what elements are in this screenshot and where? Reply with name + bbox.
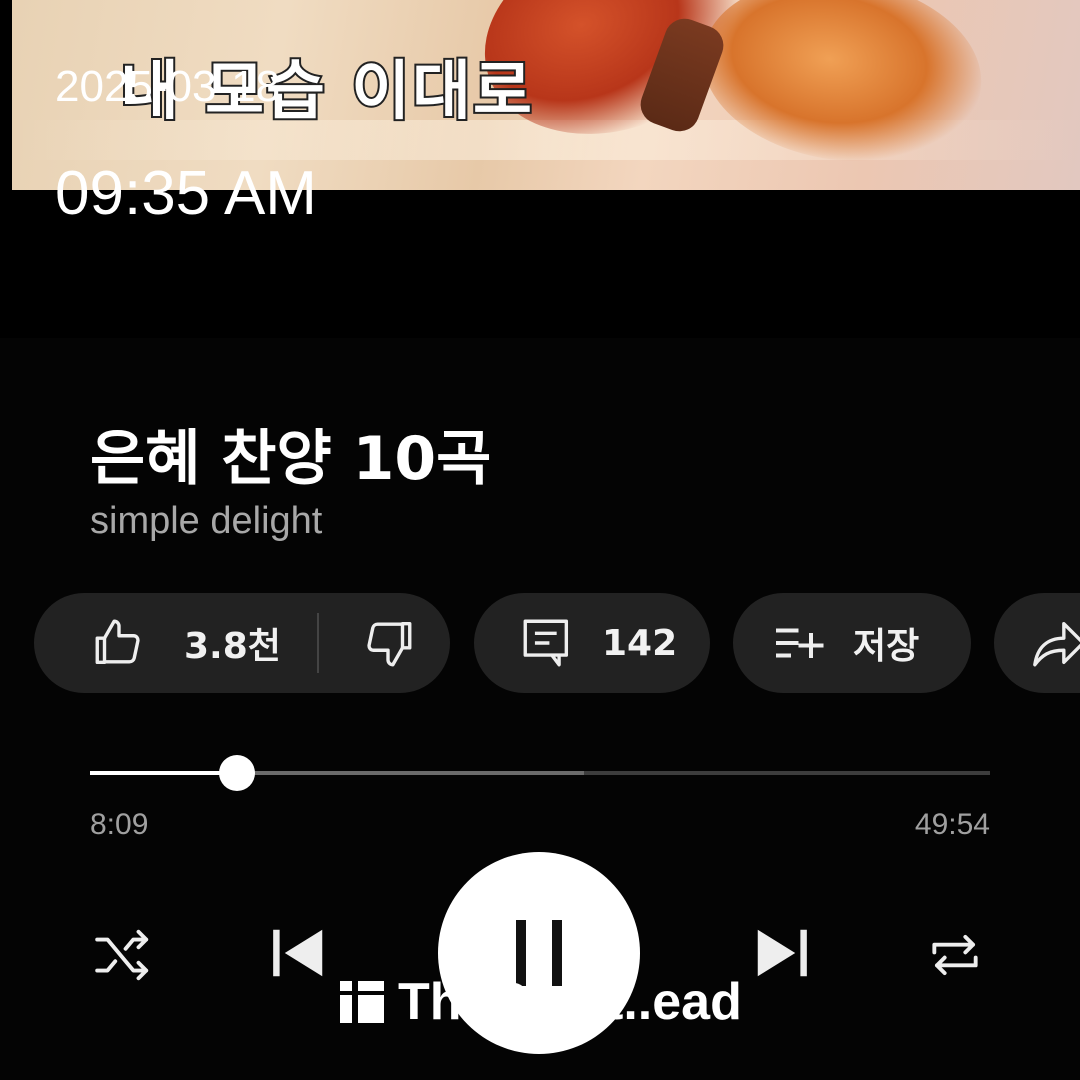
like-count: 3.8천	[184, 626, 281, 667]
comments-button[interactable]: 142	[474, 593, 710, 693]
next-icon	[757, 929, 807, 977]
save-playlist-icon	[776, 628, 824, 658]
like-divider	[316, 613, 319, 673]
save-label: 저장	[853, 626, 920, 667]
dislike-icon	[367, 621, 412, 667]
like-icon	[95, 619, 140, 665]
shuffle-icon	[95, 929, 149, 981]
music-player-screen: 내 모습 이대로 2025-03-18 09:35 AM 은혜 찬양 10곡 s…	[0, 0, 1080, 1080]
shuffle-button[interactable]	[92, 924, 154, 990]
watermark-logo-icon	[340, 981, 384, 1023]
like-button[interactable]: 3.8천	[90, 614, 281, 672]
total-duration: 49:54	[914, 808, 990, 841]
comment-count: 142	[602, 622, 678, 664]
watermark-text: TheQuiet..ead	[398, 973, 742, 1031]
timestamp-time: 09:35 AM	[55, 159, 317, 228]
timestamp-date: 2025-03-18	[55, 62, 281, 111]
repeat-icon	[932, 934, 978, 976]
progress-scrubber[interactable]	[218, 755, 255, 791]
like-dislike-pill: 3.8천	[34, 593, 450, 693]
track-artist[interactable]: simple delight	[90, 500, 322, 543]
previous-icon	[273, 929, 323, 977]
save-button[interactable]: 저장	[733, 593, 971, 693]
next-button[interactable]	[750, 922, 812, 988]
comment-icon	[523, 619, 569, 667]
dislike-button[interactable]	[359, 614, 417, 672]
watermark: TheQuiet..ead	[340, 972, 742, 1032]
progress-played	[90, 771, 237, 775]
previous-button[interactable]	[268, 922, 330, 988]
elapsed-time: 8:09	[90, 808, 149, 841]
track-title: 은혜 찬양 10곡	[90, 424, 492, 494]
repeat-button[interactable]	[924, 924, 986, 990]
share-icon	[1033, 621, 1080, 667]
